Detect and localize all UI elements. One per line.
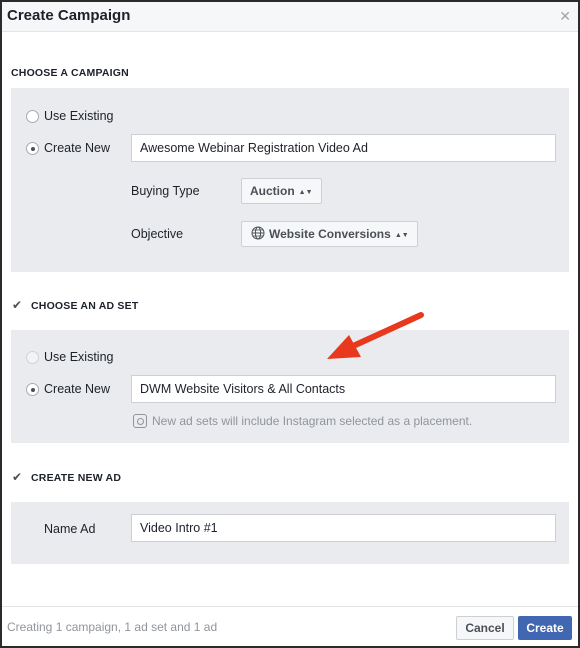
- campaign-use-existing-radio[interactable]: [26, 110, 39, 123]
- ad-set-create-new-radio[interactable]: [26, 383, 39, 396]
- choose-ad-set-heading: CHOOSE AN AD SET: [31, 300, 139, 312]
- ad-name-input[interactable]: Video Intro #1: [131, 514, 556, 542]
- create-new-ad-heading: CREATE NEW AD: [31, 472, 122, 484]
- create-campaign-dialog: Create Campaign ✕ CHOOSE A CAMPAIGN Use …: [0, 0, 580, 648]
- close-icon[interactable]: ✕: [559, 8, 571, 25]
- footer-status-text: Creating 1 campaign, 1 ad set and 1 ad: [7, 620, 218, 634]
- campaign-name-input[interactable]: Awesome Webinar Registration Video Ad: [131, 134, 556, 162]
- dialog-header: Create Campaign ✕: [2, 2, 578, 32]
- buying-type-label: Buying Type: [131, 184, 200, 198]
- name-ad-label: Name Ad: [44, 522, 96, 536]
- campaign-create-new-radio[interactable]: [26, 142, 39, 155]
- objective-select[interactable]: Website Conversions ▲▼: [241, 221, 418, 247]
- dialog-title: Create Campaign: [7, 7, 131, 24]
- ad-set-name-input[interactable]: DWM Website Visitors & All Contacts: [131, 375, 556, 403]
- instagram-placement-note: New ad sets will include Instagram selec…: [152, 414, 473, 428]
- new-ad-checkbox[interactable]: ✔: [12, 471, 24, 483]
- buying-type-select[interactable]: Auction ▲▼: [241, 178, 322, 204]
- campaign-use-existing-label[interactable]: Use Existing: [44, 109, 113, 123]
- up-down-caret-icon: ▲▼: [298, 189, 313, 196]
- campaign-create-new-label[interactable]: Create New: [44, 141, 110, 155]
- ad-set-panel: Use Existing Create New DWM Website Visi…: [11, 330, 569, 443]
- instagram-icon: [133, 414, 147, 428]
- objective-label: Objective: [131, 227, 184, 241]
- footer-divider: [2, 606, 578, 607]
- buying-type-value: Auction: [250, 184, 295, 198]
- choose-campaign-heading: CHOOSE A CAMPAIGN: [11, 67, 129, 79]
- annotation-arrow-icon: [327, 312, 424, 359]
- ad-set-create-new-label[interactable]: Create New: [44, 382, 110, 396]
- up-down-caret-icon: ▲▼: [394, 232, 409, 239]
- globe-icon: [251, 226, 265, 240]
- ad-set-use-existing-label[interactable]: Use Existing: [44, 350, 113, 364]
- cancel-button[interactable]: Cancel: [456, 616, 514, 640]
- new-ad-panel: Name Ad Video Intro #1: [11, 502, 569, 564]
- create-button[interactable]: Create: [518, 616, 572, 640]
- objective-value: Website Conversions: [269, 227, 391, 241]
- ad-set-use-existing-radio[interactable]: [26, 351, 39, 364]
- ad-set-checkbox[interactable]: ✔: [12, 299, 24, 311]
- campaign-panel: Use Existing Create New Awesome Webinar …: [11, 88, 569, 272]
